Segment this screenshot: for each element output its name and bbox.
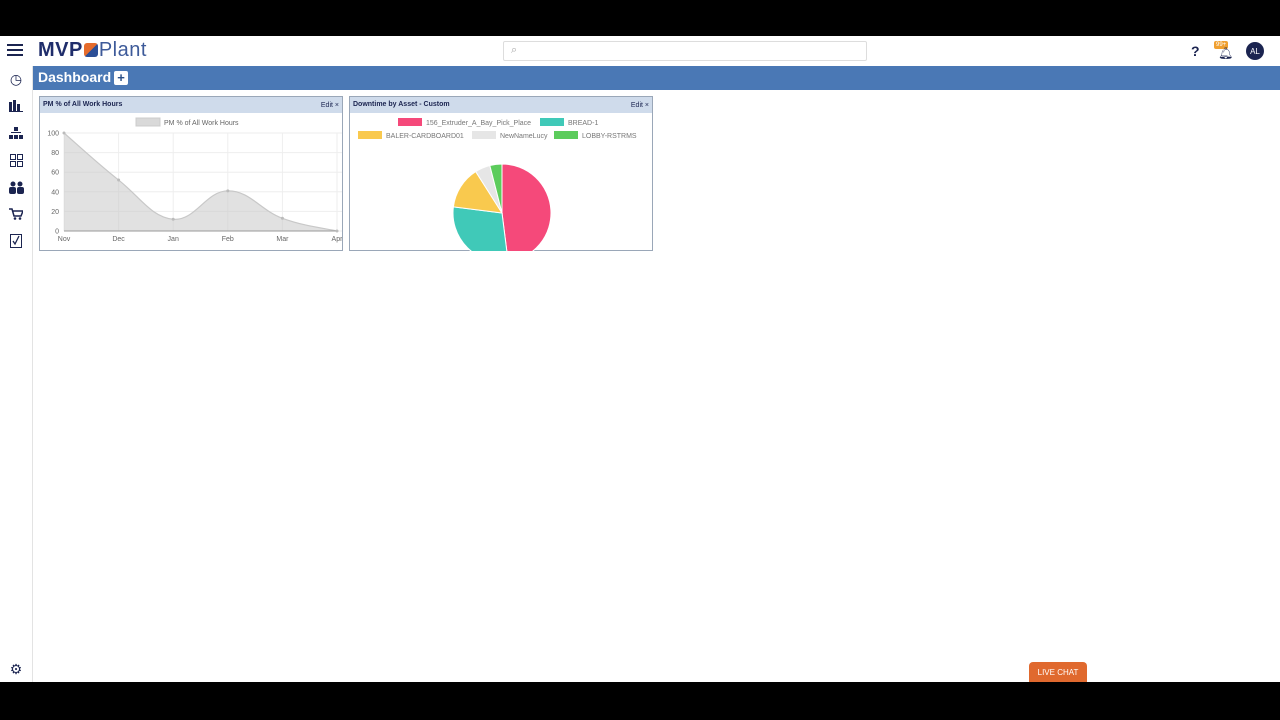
cart-icon[interactable] <box>7 205 25 223</box>
edit-widget-button[interactable]: Edit × <box>631 102 649 109</box>
hierarchy-icon[interactable] <box>7 124 25 142</box>
legend-label: NewNameLucy <box>500 133 548 140</box>
x-tick-label: Apr <box>332 236 342 243</box>
legend-swatch <box>358 131 382 139</box>
legend-swatch <box>398 118 422 126</box>
cube-icon <box>83 43 98 57</box>
add-widget-button[interactable]: + <box>114 71 128 85</box>
logo[interactable]: MVP Plant <box>38 39 147 62</box>
x-tick-label: Jan <box>168 236 179 243</box>
legend-label: PM % of All Work Hours <box>164 120 239 127</box>
data-point <box>62 131 66 135</box>
data-point <box>117 178 121 182</box>
users-icon[interactable] <box>7 178 25 196</box>
x-tick-label: Mar <box>276 236 289 243</box>
line-chart: PM % of All Work Hours 0 20 40 60 80 100 Nov Dec… <box>47 117 343 243</box>
x-tick-label: Feb <box>222 236 234 243</box>
legend-label: 156_Extruder_A_Bay_Pick_Place <box>426 120 531 127</box>
bell-icon: 🔔︎ <box>1218 46 1234 60</box>
data-point <box>335 229 339 233</box>
notifications-button[interactable]: 99+ 🔔︎ <box>1214 41 1234 60</box>
live-chat-button[interactable]: LIVE CHAT <box>1029 662 1087 682</box>
reports-icon[interactable] <box>7 97 25 115</box>
data-point <box>171 217 175 221</box>
x-tick-label: Nov <box>58 236 71 243</box>
page-title: Dashboard <box>38 69 112 85</box>
search-input[interactable]: ⌕ <box>503 41 867 61</box>
logo-main: MVP <box>38 39 83 61</box>
y-tick-label: 80 <box>51 150 59 157</box>
pie-slice <box>501 163 552 263</box>
pie-slice <box>452 206 509 263</box>
legend-swatch <box>135 117 161 127</box>
legend-swatch <box>540 118 564 126</box>
legend-swatch <box>554 131 578 139</box>
history-icon[interactable]: ◷ <box>7 70 25 88</box>
help-button[interactable]: ? <box>1191 43 1200 59</box>
app: MVP Plant ⌕ ? 99+ 🔔︎ AL ◷ ⚙ Dashboard + PM… <box>0 36 1280 682</box>
data-point <box>226 189 230 193</box>
sidebar: ◷ ⚙ <box>0 66 33 682</box>
avatar[interactable]: AL <box>1246 42 1264 60</box>
y-tick-label: 20 <box>51 209 59 216</box>
logo-sub: Plant <box>98 39 147 61</box>
search-icon: ⌕ <box>511 44 518 56</box>
widget-downtime-by-asset: Downtime by Asset - Custom Edit × 156_Ext… <box>349 96 653 263</box>
y-tick-label: 0 <box>55 229 59 236</box>
dashboard-header: Dashboard + <box>33 66 1280 90</box>
data-point <box>280 216 284 220</box>
qr-code-icon[interactable] <box>7 151 25 169</box>
widget-title: PM % of All Work Hours <box>43 101 123 108</box>
legend-swatch <box>472 131 496 139</box>
y-tick-label: 100 <box>47 131 59 138</box>
legend-label: LOBBY-RSTRMS <box>582 133 637 140</box>
top-bar: MVP Plant ⌕ ? 99+ 🔔︎ AL <box>0 36 1280 66</box>
area-fill <box>64 133 337 231</box>
y-tick-label: 40 <box>51 189 59 196</box>
widget-pm-work-hours: PM % of All Work Hours Edit × PM % of All… <box>39 96 343 251</box>
settings-gear-icon[interactable]: ⚙ <box>7 660 25 678</box>
hamburger-menu-icon[interactable] <box>7 44 23 58</box>
pie-chart: 156_Extruder_A_Bay_Pick_Place BREAD-1 BALE… <box>358 118 637 263</box>
y-tick-label: 60 <box>51 170 59 177</box>
widget-title: Downtime by Asset - Custom <box>353 101 450 108</box>
edit-widget-button[interactable]: Edit × <box>321 102 339 109</box>
legend-label: BREAD-1 <box>568 120 598 127</box>
legend-label: BALER-CARDBOARD01 <box>386 133 464 140</box>
task-checklist-icon[interactable] <box>7 232 25 250</box>
x-tick-label: Dec <box>112 236 125 243</box>
